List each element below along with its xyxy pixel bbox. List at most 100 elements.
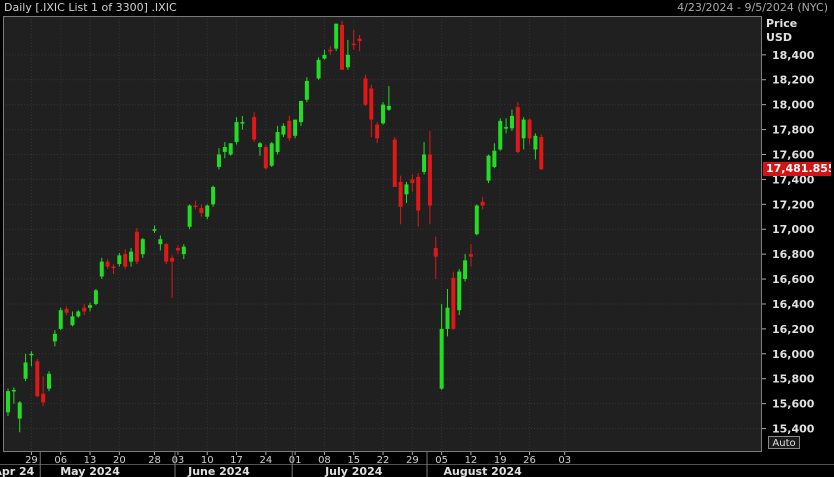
y-tick-label: 17,200 (772, 198, 815, 211)
x-tick-label: 03 (558, 455, 571, 466)
candle[interactable] (299, 100, 303, 126)
candle-body (17, 402, 22, 419)
candle-body (76, 311, 81, 317)
candle-body (457, 271, 462, 311)
candle[interactable] (539, 134, 544, 170)
y-tick-label: 16,400 (772, 298, 815, 311)
candle[interactable] (474, 204, 479, 236)
candle-body (474, 205, 479, 235)
candle[interactable] (392, 137, 397, 187)
candle-body (23, 362, 28, 379)
candle[interactable] (316, 57, 321, 80)
auto-scale-button[interactable]: Auto (768, 436, 800, 449)
candle-body (11, 389, 16, 392)
price-axis-label: Price (766, 17, 798, 30)
candle-body (211, 186, 216, 205)
candle[interactable] (498, 118, 503, 151)
candle[interactable] (93, 289, 98, 306)
x-tick-label: 24 (259, 455, 272, 466)
candle-body (70, 316, 75, 326)
candle-body (99, 261, 104, 277)
candle-body (35, 361, 40, 397)
candle-body (281, 125, 286, 135)
candle-body (88, 305, 93, 308)
x-tick-label: 26 (523, 455, 536, 466)
candle[interactable] (486, 154, 491, 184)
candle-body (316, 59, 321, 79)
candle[interactable] (457, 269, 462, 316)
x-tick-label: 28 (148, 455, 161, 466)
candle-body (369, 88, 374, 120)
month-label: Apr 24 (0, 465, 35, 477)
y-tick-label: 15,800 (772, 373, 815, 386)
candle[interactable] (35, 358, 40, 398)
candle[interactable] (340, 21, 345, 70)
candle[interactable] (164, 242, 169, 265)
month-label: June 2024 (187, 465, 250, 477)
candle[interactable] (304, 77, 309, 103)
candle[interactable] (134, 227, 139, 265)
date-range: 4/23/2024 - 9/5/2024 (NYC) (677, 1, 828, 14)
candle-body (158, 239, 163, 245)
candle-body (509, 115, 514, 129)
candle[interactable] (58, 307, 63, 331)
candle[interactable] (381, 102, 386, 125)
x-tick-label: 03 (172, 455, 185, 466)
candle[interactable] (6, 388, 10, 417)
candle-body (93, 290, 98, 304)
candle-body (257, 143, 262, 148)
candle[interactable] (47, 371, 52, 392)
y-tick-label: 18,000 (772, 99, 815, 112)
candle-body (492, 150, 497, 167)
candle[interactable] (263, 144, 268, 170)
candle[interactable] (293, 119, 298, 139)
candle[interactable] (211, 185, 216, 207)
candle-body (58, 310, 63, 329)
candle-body (304, 80, 309, 100)
candle-body (328, 49, 333, 52)
plot-area (3, 16, 762, 452)
candle[interactable] (451, 271, 456, 331)
candle-body (439, 328, 444, 389)
candle-body (340, 24, 345, 70)
candle-body (480, 201, 485, 206)
y-tick-label: 16,200 (772, 323, 815, 336)
candle-body (363, 78, 368, 105)
candle-body (41, 393, 46, 403)
candle-body (515, 107, 520, 152)
candle-body (357, 38, 362, 42)
candle-body (199, 208, 204, 214)
candle[interactable] (187, 204, 192, 230)
y-tick-label: 17,000 (772, 223, 815, 236)
title-bar: Daily [.IXIC List 1 of 3300] .IXIC 4/23/… (0, 0, 834, 16)
candle-body (422, 154, 427, 172)
candle-body (410, 179, 415, 184)
candle-body (252, 117, 257, 140)
y-tick-label: 17,600 (772, 148, 815, 161)
candle-body (322, 54, 327, 59)
price-axis-title: Price USD (766, 17, 797, 45)
candle-body (416, 176, 421, 211)
candle[interactable] (334, 23, 339, 52)
candle[interactable] (228, 143, 233, 156)
candle-body (140, 239, 145, 255)
candle-body (275, 132, 280, 152)
candle-body (117, 255, 122, 265)
candle-body (129, 251, 134, 262)
candle-body (392, 139, 397, 187)
candle[interactable] (363, 74, 368, 106)
candle[interactable] (269, 142, 274, 167)
candle-body (433, 247, 438, 257)
candle-body (269, 143, 274, 166)
candle-body (263, 147, 268, 169)
candle-body (228, 143, 233, 155)
x-tick-label: 01 (289, 455, 302, 466)
candle-body (539, 137, 544, 170)
month-label: August 2024 (444, 465, 523, 477)
price-chart[interactable]: 15,400 15,600 15,800 16,000 16,200 16,400 16,6… (0, 0, 834, 477)
candle[interactable] (515, 102, 520, 154)
x-tick-label: 29 (406, 455, 419, 466)
candle-body (404, 184, 409, 195)
candle-body (381, 104, 386, 124)
candle-body (6, 391, 10, 413)
